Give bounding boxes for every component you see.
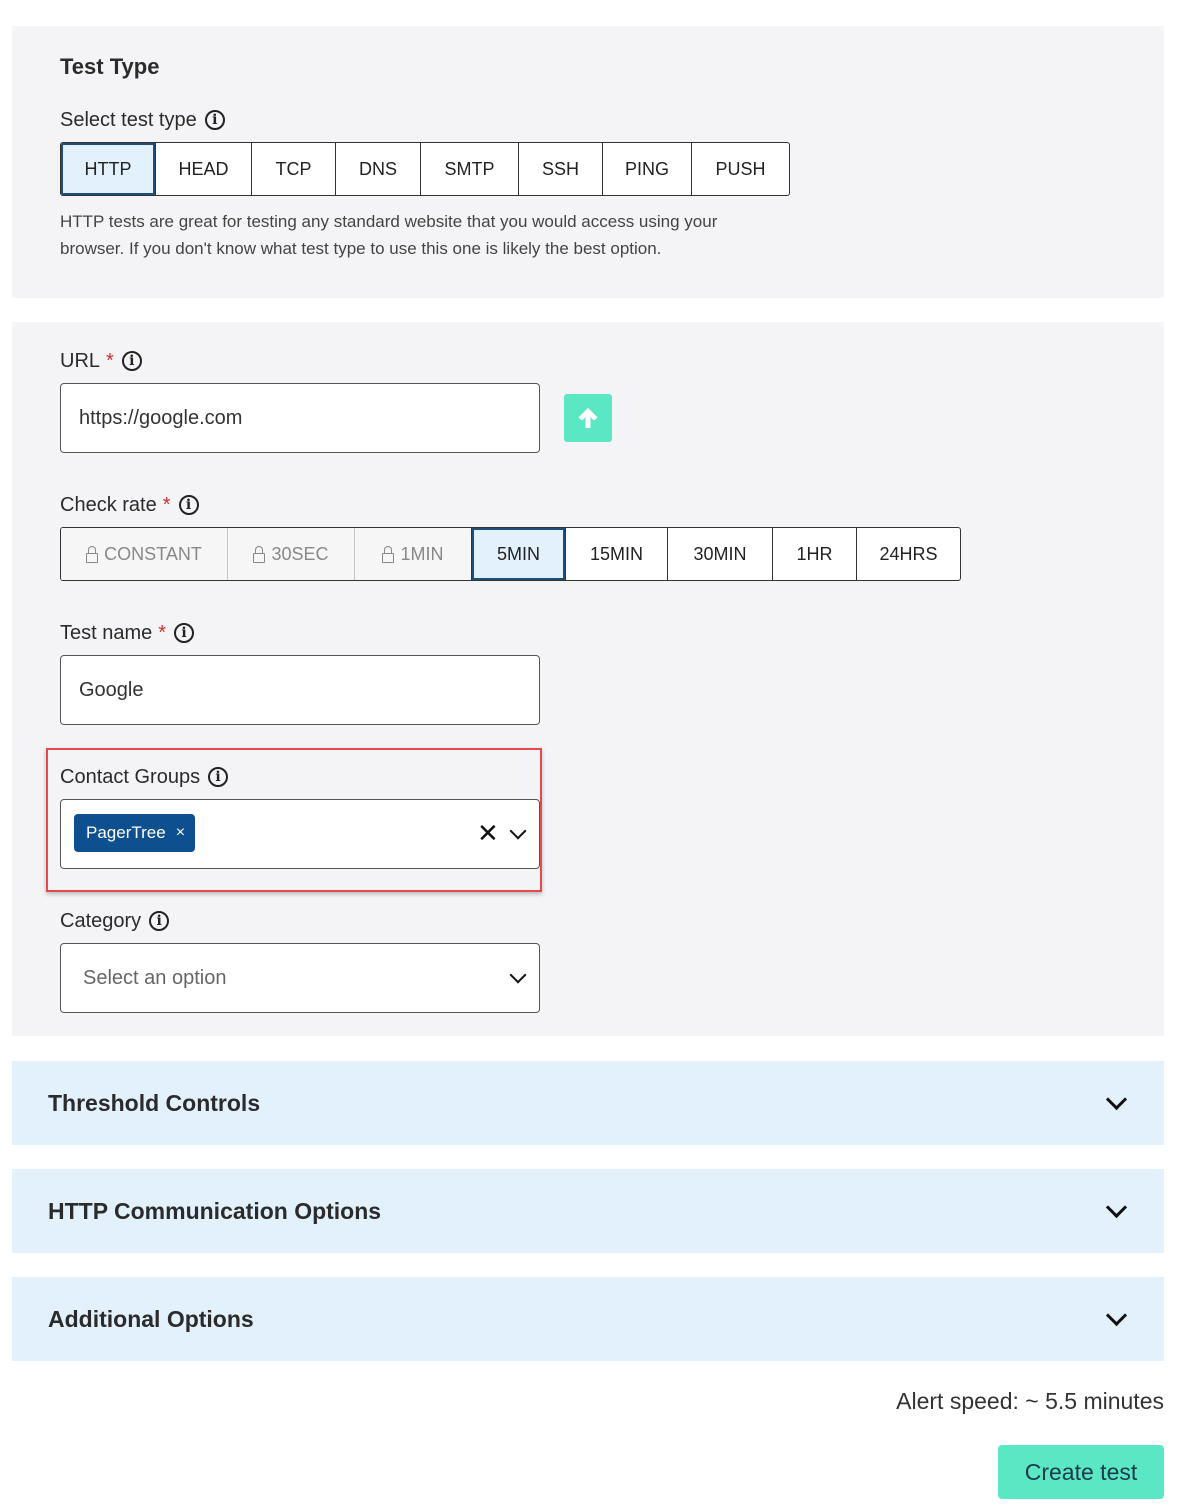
- info-icon[interactable]: i: [149, 911, 170, 931]
- lock-icon: [382, 546, 395, 563]
- check-rate-constant[interactable]: CONSTANT: [61, 528, 228, 580]
- chevron-down-icon: [1105, 1304, 1128, 1327]
- test-name-label: Test name * i: [60, 619, 195, 647]
- info-icon[interactable]: i: [121, 351, 142, 371]
- check-rate-1min-label: 1MIN: [400, 543, 444, 564]
- url-input[interactable]: https://google.com: [60, 383, 540, 453]
- test-type-selector: HTTP HEAD TCP DNS SMTP SSH PING PUSH: [60, 142, 790, 196]
- contact-groups-select[interactable]: PagerTree × ✕: [60, 799, 540, 869]
- accordion-title: Additional Options: [48, 1305, 254, 1332]
- accordion-title: HTTP Communication Options: [48, 1197, 382, 1224]
- check-rate-1min[interactable]: 1MIN: [355, 528, 472, 580]
- test-type-dns[interactable]: DNS: [336, 143, 421, 195]
- test-type-description-line1: HTTP tests are great for testing any sta…: [60, 212, 718, 231]
- accordion-threshold-controls[interactable]: Threshold Controls: [12, 1061, 1164, 1145]
- contact-group-chip-label: PagerTree: [86, 823, 166, 842]
- arrow-up-icon: [578, 408, 598, 428]
- info-icon[interactable]: i: [208, 767, 229, 787]
- accordion-title: Threshold Controls: [48, 1089, 261, 1116]
- check-rate-constant-label: CONSTANT: [104, 543, 202, 564]
- check-rate-30sec[interactable]: 30SEC: [228, 528, 355, 580]
- clear-icon[interactable]: ✕: [477, 818, 499, 848]
- chevron-down-icon[interactable]: [509, 822, 527, 840]
- test-type-push[interactable]: PUSH: [692, 143, 789, 195]
- check-rate-1hr[interactable]: 1HR: [773, 528, 857, 580]
- required-marker: *: [158, 621, 167, 644]
- chevron-down-icon: [1105, 1088, 1128, 1111]
- check-rate-15min[interactable]: 15MIN: [566, 528, 668, 580]
- select-test-type-label: Select test type i: [60, 106, 225, 134]
- test-type-head[interactable]: HEAD: [156, 143, 252, 195]
- category-select[interactable]: Select an option: [60, 943, 540, 1013]
- info-icon[interactable]: i: [178, 495, 199, 515]
- check-rate-30sec-label: 30SEC: [271, 543, 329, 564]
- contact-groups-label-text: Contact Groups: [60, 765, 201, 788]
- test-type-smtp[interactable]: SMTP: [421, 143, 519, 195]
- category-label-text: Category: [60, 909, 142, 932]
- info-icon[interactable]: i: [174, 623, 195, 643]
- test-name-label-text: Test name: [60, 621, 153, 644]
- check-rate-30min[interactable]: 30MIN: [668, 528, 773, 580]
- contact-groups-label: Contact Groups i: [60, 763, 229, 791]
- select-test-type-label-text: Select test type: [60, 108, 197, 131]
- test-type-ssh[interactable]: SSH: [519, 143, 603, 195]
- contact-group-chip: PagerTree ×: [74, 814, 196, 852]
- lock-icon: [253, 546, 266, 563]
- alert-speed-text: Alert speed: ~ 5.5 minutes: [896, 1388, 1164, 1414]
- url-label-text: URL: [60, 349, 101, 372]
- upload-button[interactable]: [564, 394, 612, 442]
- test-type-description-line2: browser. If you don't know what test typ…: [60, 239, 662, 258]
- info-icon[interactable]: i: [204, 110, 225, 130]
- check-rate-24hrs[interactable]: 24HRS: [857, 528, 960, 580]
- category-placeholder: Select an option: [83, 966, 227, 989]
- test-type-tcp[interactable]: TCP: [252, 143, 336, 195]
- lock-icon: [86, 546, 99, 563]
- check-rate-label: Check rate * i: [60, 491, 199, 519]
- test-type-http[interactable]: HTTP: [61, 143, 156, 195]
- test-type-panel: Test Type Select test type i HTTP HEAD T…: [12, 26, 1164, 298]
- test-settings-panel: URL * i https://google.com Check rate * …: [12, 322, 1164, 1036]
- chip-remove-icon[interactable]: ×: [176, 824, 185, 842]
- check-rate-selector: CONSTANT 30SEC 1MIN 5MIN 15MIN 30MIN 1HR…: [60, 527, 961, 581]
- required-marker: *: [162, 493, 171, 516]
- check-rate-5min[interactable]: 5MIN: [472, 528, 566, 580]
- accordion-http-communication-options[interactable]: HTTP Communication Options: [12, 1169, 1164, 1253]
- test-type-ping[interactable]: PING: [603, 143, 692, 195]
- test-type-heading: Test Type: [60, 54, 160, 79]
- check-rate-label-text: Check rate: [60, 493, 157, 516]
- chevron-down-icon: [509, 966, 527, 984]
- test-name-input[interactable]: Google: [60, 655, 540, 725]
- category-label: Category i: [60, 907, 170, 935]
- test-type-description: HTTP tests are great for testing any sta…: [60, 208, 780, 262]
- accordion-additional-options[interactable]: Additional Options: [12, 1277, 1164, 1361]
- url-label: URL * i: [60, 347, 142, 375]
- create-test-button[interactable]: Create test: [998, 1445, 1164, 1499]
- chevron-down-icon: [1105, 1196, 1128, 1219]
- required-marker: *: [106, 349, 114, 372]
